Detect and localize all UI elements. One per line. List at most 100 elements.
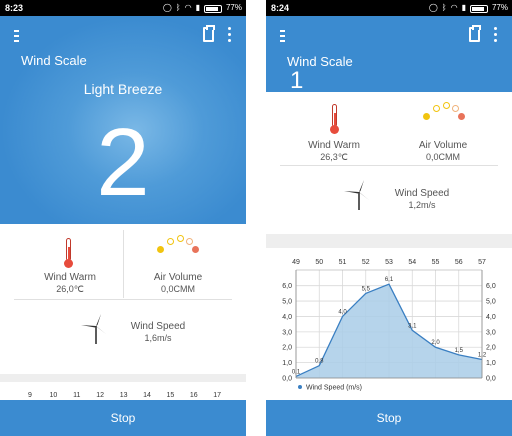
section-gap <box>0 374 246 382</box>
phone-screen-2: 8:24 ◯ ᛒ ◠ ▮ 77% Wind Scale 1 Wind Warm … <box>266 0 512 436</box>
y-tick-label-right: 4,0 <box>486 314 496 321</box>
alarm-icon: ◯ <box>428 3 438 12</box>
row-divider <box>280 165 498 166</box>
battery-icon <box>203 5 222 13</box>
y-tick-label-left: 0,0 <box>282 376 292 383</box>
section-gap <box>266 234 512 248</box>
air-volume-label: Air Volume <box>153 272 203 283</box>
wind-warm-value: 26,0℃ <box>56 284 84 294</box>
phone-screen-1: 8:23 ◯ ᛒ ◠ ▮ 77% Wind Scale Light Breeze… <box>0 0 246 436</box>
x-tick-label: 12 <box>96 392 105 399</box>
wind-level-name: Light Breeze <box>83 81 163 97</box>
stop-button[interactable]: Stop <box>0 400 246 436</box>
x-tick-label: 13 <box>119 392 128 399</box>
data-point-label: 4,0 <box>338 309 347 315</box>
status-time: 8:24 <box>271 3 290 13</box>
signal-icon: ▮ <box>461 3 466 12</box>
y-tick-label-left: 3,0 <box>282 329 292 336</box>
battery-icon <box>469 5 488 13</box>
y-tick-label-left: 5,0 <box>282 299 292 306</box>
clipboard-icon[interactable] <box>203 25 215 42</box>
x-tick-label: 17 <box>213 392 222 399</box>
wind-speed-value: 1,6m/s <box>144 333 172 343</box>
status-icons: ◯ ᛒ ◠ ▮ 77% <box>163 3 242 13</box>
wind-speed-cell: Wind Speed 1,6m/s <box>120 321 196 343</box>
wifi-icon: ◠ <box>450 3 458 12</box>
air-volume-dots-icon <box>421 102 467 120</box>
y-tick-label-right: 6,0 <box>486 283 496 290</box>
bluetooth-icon: ᛒ <box>441 3 447 12</box>
wind-speed-label: Wind Speed <box>394 188 450 199</box>
y-tick-label-left: 1,0 <box>282 360 292 367</box>
y-tick-label-right: 3,0 <box>486 329 496 336</box>
wind-warm-value: 26,3℃ <box>320 152 348 162</box>
menu-icon[interactable] <box>14 30 20 44</box>
status-icons: ◯ ᛒ ◠ ▮ 77% <box>429 3 508 13</box>
cell-divider <box>123 230 124 298</box>
status-time: 8:23 <box>5 3 24 13</box>
bluetooth-icon: ᛒ <box>175 3 181 12</box>
menu-icon[interactable] <box>280 30 286 44</box>
legend-marker <box>298 385 302 389</box>
x-tick-label: 14 <box>143 392 151 399</box>
more-vert-icon[interactable] <box>228 27 232 43</box>
x-tick-label: 15 <box>166 392 175 399</box>
y-tick-label-left: 4,0 <box>282 314 292 321</box>
air-volume-value: 0,0CMM <box>425 152 460 162</box>
thermometer-icon <box>64 238 73 268</box>
series-area <box>296 284 482 378</box>
x-tick-label: 53 <box>385 259 393 266</box>
readings-panel: Wind Warm 26,3℃ Air Volume 0,0CMM Wind S… <box>266 92 512 234</box>
legend-label: Wind Speed (m/s) <box>306 385 362 392</box>
wind-scale-header: Wind Scale 1 <box>266 16 512 94</box>
alarm-icon: ◯ <box>162 3 172 12</box>
wind-warm-label: Wind Warm <box>44 272 96 283</box>
data-point-label: 0,8 <box>315 359 324 365</box>
y-tick-label-left: 2,0 <box>282 345 292 352</box>
x-tick-label: 49 <box>292 259 300 266</box>
y-tick-label-right: 1,0 <box>486 360 496 367</box>
readings-panel: Wind Warm 26,0℃ Air Volume 0,0CMM Wind S… <box>0 224 246 374</box>
x-tick-label: 55 <box>432 259 440 266</box>
wifi-icon: ◠ <box>184 3 192 12</box>
data-point-label: 0,1 <box>292 369 301 375</box>
more-vert-icon[interactable] <box>494 27 498 43</box>
data-point-label: 3,1 <box>408 323 417 329</box>
signal-icon: ▮ <box>195 3 200 12</box>
wind-scale-header: Wind Scale Light Breeze 2 <box>0 16 246 224</box>
x-tick-label: 16 <box>189 392 198 399</box>
x-tick-label: 50 <box>315 259 323 266</box>
data-point-label: 1,5 <box>455 348 464 354</box>
data-point-label: 2,0 <box>431 340 440 346</box>
data-point-label: 5,5 <box>362 286 371 292</box>
wind-turbine-icon <box>344 180 369 210</box>
wind-level-number: 1 <box>290 67 304 94</box>
wind-warm-cell: Wind Warm 26,0℃ <box>20 272 120 295</box>
data-point-label: 1,2 <box>478 353 487 359</box>
stop-button[interactable]: Stop <box>266 400 512 436</box>
row-divider <box>14 299 232 300</box>
data-point-label: 6,1 <box>385 277 394 283</box>
wind-warm-label: Wind Warm <box>308 140 360 151</box>
wind-turbine-icon <box>81 314 106 344</box>
x-tick-label: 57 <box>478 259 486 266</box>
y-tick-label-left: 6,0 <box>282 283 292 290</box>
x-tick-label: 56 <box>455 259 463 266</box>
wind-speed-value: 1,2m/s <box>408 200 436 210</box>
battery-percent: 77% <box>491 3 508 12</box>
air-volume-label: Air Volume <box>418 140 468 151</box>
wind-speed-label: Wind Speed <box>130 321 186 332</box>
status-bar: 8:24 ◯ ᛒ ◠ ▮ 77% <box>266 0 512 16</box>
air-volume-value: 0,0CMM <box>160 284 195 294</box>
y-tick-label-right: 0,0 <box>486 376 496 383</box>
y-tick-label-right: 5,0 <box>486 299 496 306</box>
battery-percent: 77% <box>225 3 242 12</box>
clipboard-icon[interactable] <box>469 25 481 42</box>
wind-warm-cell: Wind Warm 26,3℃ <box>284 140 384 163</box>
y-tick-label-right: 2,0 <box>486 345 496 352</box>
x-tick-label: 54 <box>408 259 416 266</box>
wind-level-number: 2 <box>96 109 150 216</box>
wind-speed-chart: 0,0 0,0 1,0 1,0 2,0 2,0 3,0 3,0 4,0 4,0 5,0 5,0 6,0 6… <box>282 259 496 392</box>
x-tick-label: 9 <box>28 392 32 399</box>
air-volume-cell: Air Volume 0,0CMM <box>128 272 228 294</box>
